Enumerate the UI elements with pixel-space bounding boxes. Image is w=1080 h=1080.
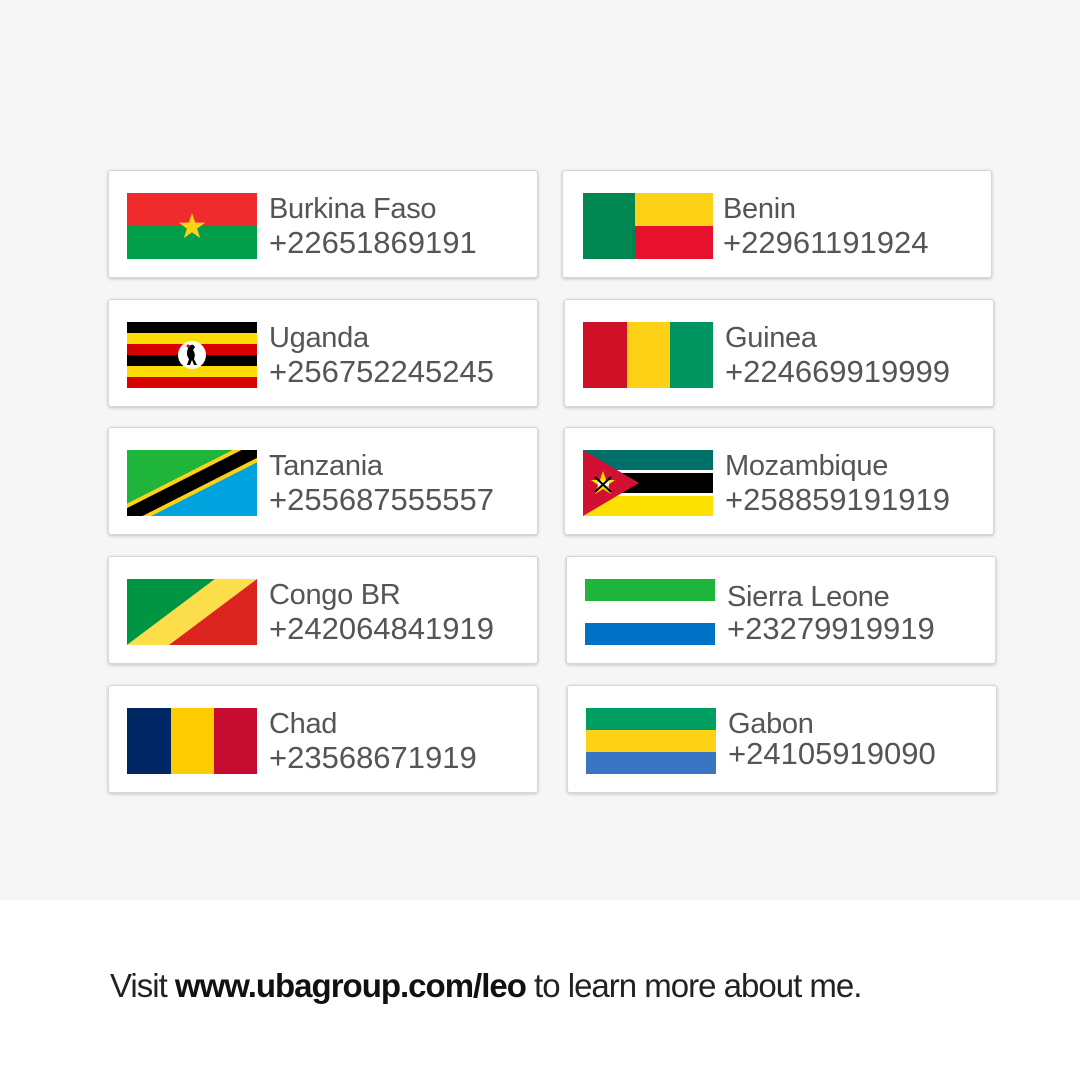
country-card-sierra-leone[interactable]: Sierra Leone +23279919919	[566, 556, 996, 664]
country-card-guinea[interactable]: Guinea +224669919999	[564, 299, 994, 407]
mozambique-flag-icon	[583, 450, 713, 516]
country-name: Guinea	[725, 322, 817, 354]
contacts-panel: Burkina Faso +22651869191 Benin +2296119…	[0, 0, 1080, 900]
sierra-leone-flag-icon	[585, 579, 715, 645]
phone-number[interactable]: +24105919090	[728, 737, 936, 771]
uganda-flag-icon	[127, 322, 257, 388]
country-name: Congo BR	[269, 579, 401, 611]
phone-number[interactable]: +242064841919	[269, 612, 494, 646]
phone-number[interactable]: +224669919999	[725, 355, 950, 389]
country-card-chad[interactable]: Chad +23568671919	[108, 685, 538, 793]
country-name: Sierra Leone	[727, 581, 890, 613]
footer-prefix: Visit	[110, 967, 175, 1004]
footer-link[interactable]: www.ubagroup.com/leo	[175, 967, 527, 1004]
country-card-tanzania[interactable]: Tanzania +255687555557	[108, 427, 538, 535]
phone-number[interactable]: +23568671919	[269, 741, 477, 775]
country-card-uganda[interactable]: Uganda +256752245245	[108, 299, 538, 407]
gabon-flag-icon	[586, 708, 716, 774]
tanzania-flag-icon	[127, 450, 257, 516]
country-card-burkina-faso[interactable]: Burkina Faso +22651869191	[108, 170, 538, 278]
country-name: Chad	[269, 708, 338, 740]
benin-flag-icon	[583, 193, 713, 259]
country-name: Uganda	[269, 322, 369, 354]
phone-number[interactable]: +255687555557	[269, 483, 494, 517]
country-name: Tanzania	[269, 450, 383, 482]
congo-br-flag-icon	[127, 579, 257, 645]
country-card-benin[interactable]: Benin +22961191924	[562, 170, 992, 278]
burkina-faso-flag-icon	[127, 193, 257, 259]
phone-number[interactable]: +256752245245	[269, 355, 494, 389]
country-name: Benin	[723, 193, 796, 225]
country-card-gabon[interactable]: Gabon +24105919090	[567, 685, 997, 793]
phone-number[interactable]: +258859191919	[725, 483, 950, 517]
country-card-congo-br[interactable]: Congo BR +242064841919	[108, 556, 538, 664]
phone-number[interactable]: +22651869191	[269, 226, 477, 260]
chad-flag-icon	[127, 708, 257, 774]
footer-message: Visit www.ubagroup.com/leo to learn more…	[110, 966, 862, 1006]
phone-number[interactable]: +22961191924	[723, 226, 928, 260]
country-name: Mozambique	[725, 450, 889, 482]
phone-number[interactable]: +23279919919	[727, 612, 935, 646]
footer-suffix: to learn more about me.	[525, 967, 862, 1004]
country-card-mozambique[interactable]: Mozambique +258859191919	[564, 427, 994, 535]
guinea-flag-icon	[583, 322, 713, 388]
country-name: Burkina Faso	[269, 193, 437, 225]
